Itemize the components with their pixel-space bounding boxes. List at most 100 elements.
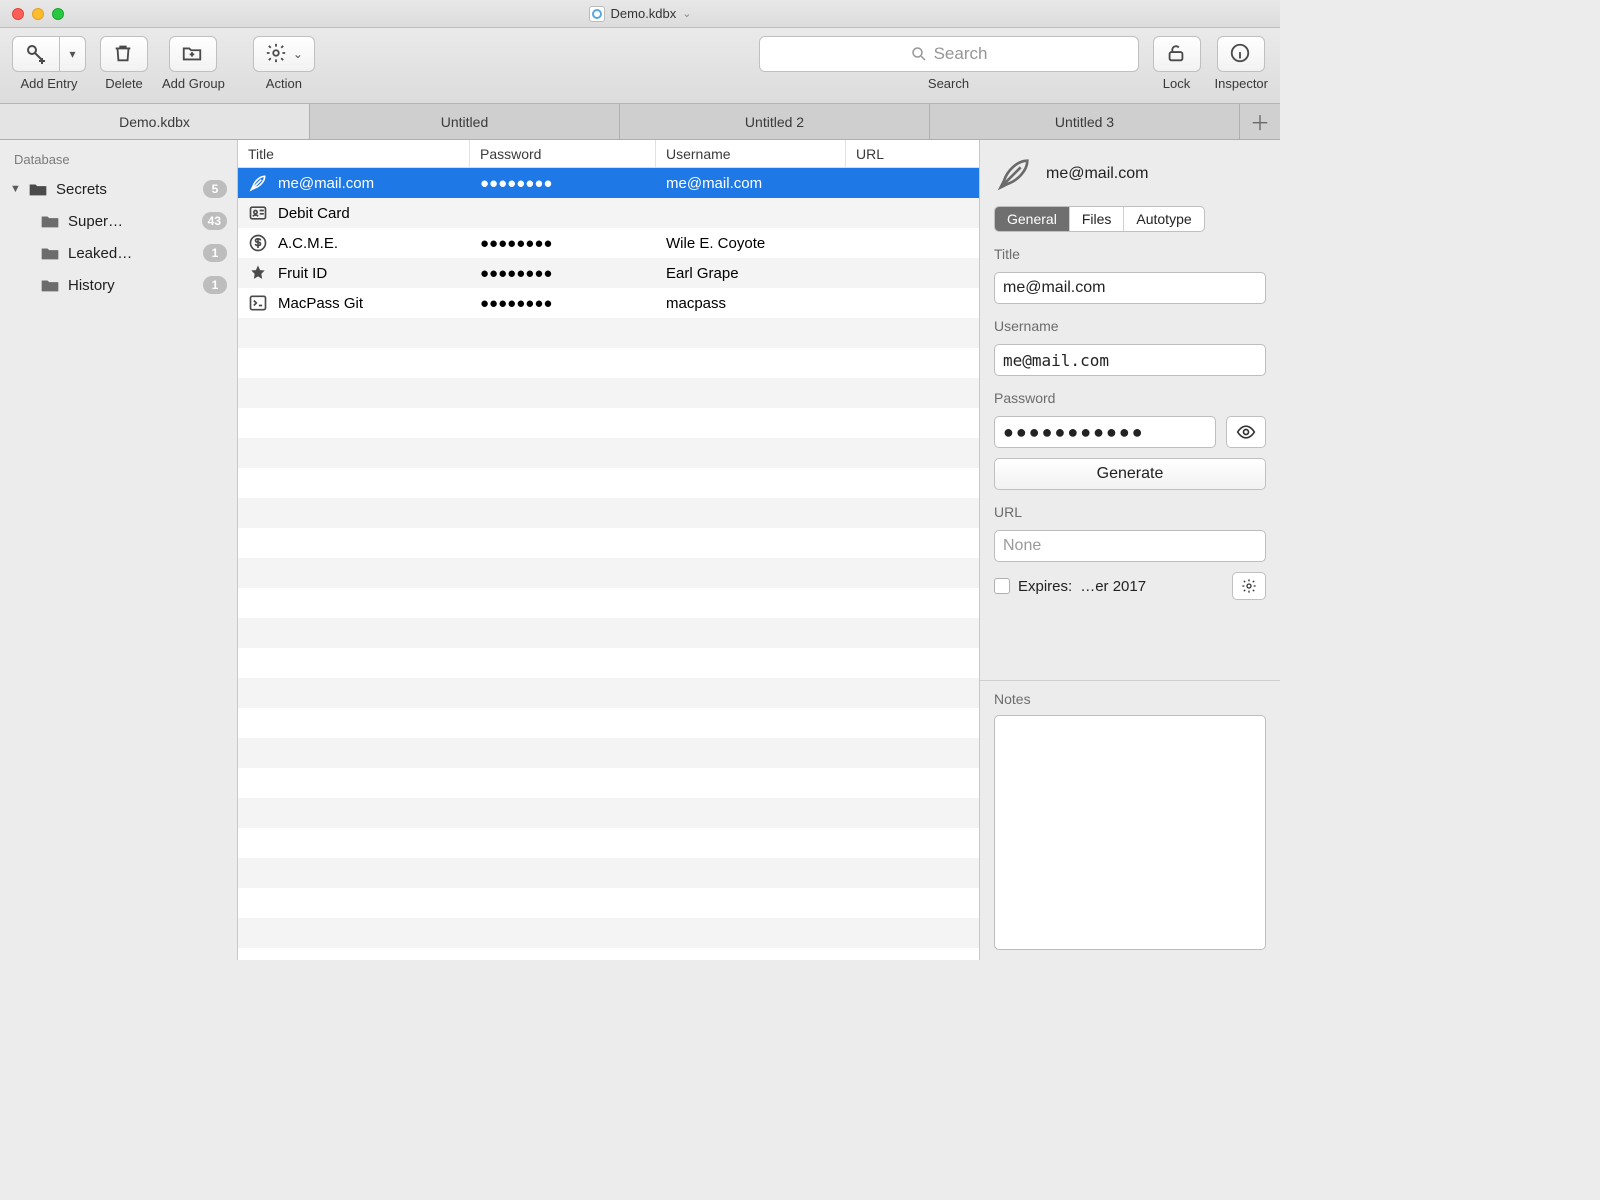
chevron-down-icon: ⌄ bbox=[293, 47, 303, 61]
action-label: Action bbox=[266, 76, 302, 91]
table-header: Title Password Username URL bbox=[238, 140, 979, 168]
doc-tab-label: Untitled 3 bbox=[1055, 114, 1114, 130]
cell-password: ●●●●●●●● bbox=[480, 235, 552, 252]
toolbar: ▾ Add Entry Delete Add Group bbox=[0, 28, 1280, 104]
document-proxy-icon[interactable] bbox=[589, 6, 605, 22]
doc-tab-label: Untitled 2 bbox=[745, 114, 804, 130]
search-input[interactable]: Search bbox=[759, 36, 1139, 72]
sidebar-count-badge: 43 bbox=[202, 212, 227, 230]
action-group: ⌄ Action bbox=[253, 36, 315, 91]
cell-password: ●●●●●●●● bbox=[480, 295, 552, 312]
idcard-icon bbox=[248, 203, 268, 223]
cell-title: Fruit ID bbox=[278, 265, 327, 282]
empty-row bbox=[238, 378, 979, 408]
inspector-label: Inspector bbox=[1215, 76, 1268, 91]
label-url: URL bbox=[994, 504, 1266, 520]
search-placeholder: Search bbox=[934, 44, 988, 64]
search-group: Search Search bbox=[759, 36, 1139, 91]
field-username[interactable]: me@mail.com bbox=[994, 344, 1266, 376]
window-title-text: Demo.kdbx bbox=[611, 6, 677, 21]
table-row[interactable]: Debit Card bbox=[238, 198, 979, 228]
column-password[interactable]: Password bbox=[470, 140, 656, 167]
expires-settings-button[interactable] bbox=[1232, 572, 1266, 600]
sidebar-item-super[interactable]: Super… 43 bbox=[0, 205, 237, 237]
sidebar-item-label: Secrets bbox=[56, 181, 107, 198]
add-entry-group: ▾ Add Entry bbox=[12, 36, 86, 91]
delete-button[interactable] bbox=[100, 36, 148, 72]
add-entry-button[interactable] bbox=[12, 36, 60, 72]
sidebar-item-label: History bbox=[68, 277, 115, 294]
sidebar-count-badge: 1 bbox=[203, 276, 227, 294]
empty-row bbox=[238, 678, 979, 708]
folder-icon bbox=[40, 214, 60, 229]
doc-tab-1[interactable]: Untitled bbox=[310, 104, 620, 139]
table-body: me@mail.com●●●●●●●●me@mail.comDebit Card… bbox=[238, 168, 979, 960]
field-password[interactable]: ●●●●●●●●●●● bbox=[994, 416, 1216, 448]
expires-row: Expires: …er 2017 bbox=[994, 572, 1266, 600]
sidebar-item-secrets[interactable]: ▼ Secrets 5 bbox=[0, 173, 237, 205]
doc-tab-2[interactable]: Untitled 2 bbox=[620, 104, 930, 139]
action-button[interactable]: ⌄ bbox=[253, 36, 315, 72]
add-entry-dropdown-button[interactable]: ▾ bbox=[60, 36, 86, 72]
dollar-icon bbox=[248, 233, 268, 253]
inspector-tab-general[interactable]: General bbox=[995, 207, 1070, 231]
sidebar-item-label: Super… bbox=[68, 213, 123, 230]
reveal-password-button[interactable] bbox=[1226, 416, 1266, 448]
search-label: Search bbox=[928, 76, 969, 91]
inspector-button[interactable] bbox=[1217, 36, 1265, 72]
generate-password-button[interactable]: Generate bbox=[994, 458, 1266, 490]
empty-row bbox=[238, 918, 979, 948]
inspector-group: Inspector bbox=[1215, 36, 1268, 91]
lock-button[interactable] bbox=[1153, 36, 1201, 72]
field-notes[interactable] bbox=[994, 715, 1266, 950]
column-username[interactable]: Username bbox=[656, 140, 846, 167]
label-username: Username bbox=[994, 318, 1266, 334]
sidebar-item-leaked[interactable]: Leaked… 1 bbox=[0, 237, 237, 269]
table-row[interactable]: Fruit ID●●●●●●●●Earl Grape bbox=[238, 258, 979, 288]
disclosure-triangle-icon[interactable]: ▼ bbox=[10, 183, 24, 195]
empty-row bbox=[238, 828, 979, 858]
empty-row bbox=[238, 768, 979, 798]
notes-section: Notes bbox=[980, 680, 1280, 960]
table-row[interactable]: A.C.M.E.●●●●●●●●Wile E. Coyote bbox=[238, 228, 979, 258]
inspector-title: me@mail.com bbox=[1046, 165, 1148, 183]
folder-icon bbox=[40, 246, 60, 261]
add-group-button[interactable] bbox=[169, 36, 217, 72]
folder-icon bbox=[28, 182, 48, 197]
trash-icon bbox=[112, 42, 136, 66]
empty-row bbox=[238, 708, 979, 738]
cell-title: MacPass Git bbox=[278, 295, 363, 312]
key-plus-icon bbox=[24, 42, 48, 66]
field-title[interactable]: me@mail.com bbox=[994, 272, 1266, 304]
expires-checkbox[interactable] bbox=[994, 578, 1010, 594]
cell-password: ●●●●●●●● bbox=[480, 175, 552, 192]
add-entry-label: Add Entry bbox=[20, 76, 77, 91]
terminal-icon bbox=[248, 293, 268, 313]
empty-row bbox=[238, 618, 979, 648]
expires-value: …er 2017 bbox=[1080, 578, 1146, 595]
inspector-tab-autotype[interactable]: Autotype bbox=[1124, 207, 1203, 231]
sidebar-item-history[interactable]: History 1 bbox=[0, 269, 237, 301]
doc-tab-3[interactable]: Untitled 3 bbox=[930, 104, 1240, 139]
table-row[interactable]: me@mail.com●●●●●●●●me@mail.com bbox=[238, 168, 979, 198]
document-tabs: Demo.kdbx Untitled Untitled 2 Untitled 3… bbox=[0, 104, 1280, 140]
doc-tab-0[interactable]: Demo.kdbx bbox=[0, 104, 310, 139]
sidebar-item-label: Leaked… bbox=[68, 245, 132, 262]
column-title[interactable]: Title bbox=[238, 140, 470, 167]
inspector-tab-files[interactable]: Files bbox=[1070, 207, 1125, 231]
gear-icon bbox=[265, 42, 289, 66]
column-url[interactable]: URL bbox=[846, 140, 979, 167]
empty-row bbox=[238, 408, 979, 438]
field-url[interactable]: None bbox=[994, 530, 1266, 562]
inspector-header: me@mail.com bbox=[994, 152, 1266, 196]
empty-row bbox=[238, 438, 979, 468]
empty-row bbox=[238, 528, 979, 558]
table-row[interactable]: MacPass Git●●●●●●●●macpass bbox=[238, 288, 979, 318]
label-notes: Notes bbox=[994, 691, 1266, 707]
lock-label: Lock bbox=[1163, 76, 1190, 91]
entries-table: Title Password Username URL me@mail.com ●… bbox=[238, 140, 980, 960]
title-chevron-icon[interactable]: ⌄ bbox=[682, 7, 691, 20]
new-tab-button[interactable]: ＋ bbox=[1240, 104, 1280, 139]
cell-title: me@mail.com bbox=[278, 175, 374, 192]
doc-tab-label: Demo.kdbx bbox=[119, 114, 190, 130]
